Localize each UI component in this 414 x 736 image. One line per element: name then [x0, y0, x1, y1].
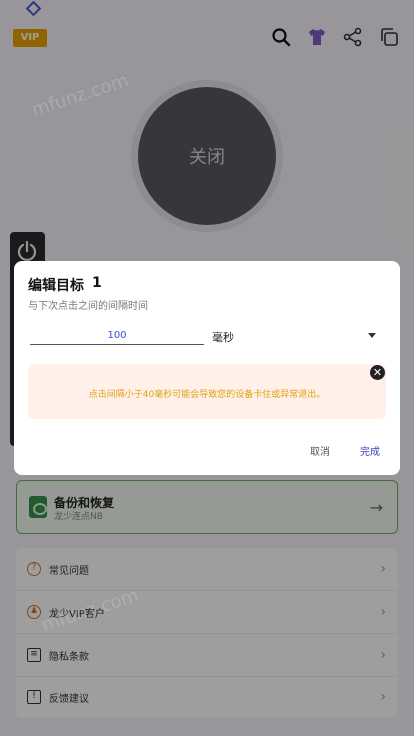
dialog-subtitle: 与下次点击之间的间隔时间 — [28, 301, 148, 312]
warning-banner: 点击间隔小于40毫秒可能会导致您的设备卡住或异常退出。 — [28, 364, 386, 419]
unit-selected-value: 毫秒 — [212, 331, 234, 344]
caret-down-icon — [368, 333, 376, 338]
dialog-title: 编辑目标 — [28, 278, 84, 294]
cancel-button[interactable]: 取消 — [310, 443, 330, 458]
unit-dropdown[interactable]: 毫秒 — [212, 327, 376, 345]
edit-target-dialog: 编辑目标 1 与下次点击之间的间隔时间 毫秒 点击间隔小于40毫秒可能会导致您的… — [14, 261, 400, 475]
target-number: 1 — [92, 275, 102, 291]
close-icon[interactable]: ✕ — [370, 365, 385, 380]
done-button[interactable]: 完成 — [360, 443, 380, 458]
interval-input[interactable] — [30, 327, 204, 345]
warning-text: 点击间隔小于40毫秒可能会导致您的设备卡住或异常退出。 — [88, 390, 326, 400]
